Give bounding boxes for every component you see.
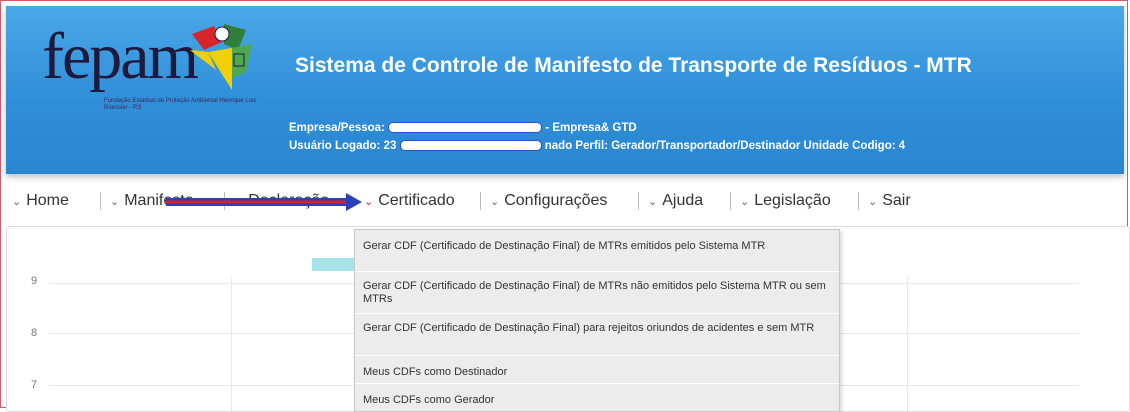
chevron-down-icon: ⌄ (364, 196, 374, 208)
menu-item-gerar-cdf-nao-emitidos[interactable]: Gerar CDF (Certificado de Destinação Fin… (355, 274, 839, 314)
chevron-down-icon: ⌄ (490, 196, 500, 208)
chevron-down-icon: ⌄ (648, 196, 658, 208)
nav-configuracoes[interactable]: ⌄ Configurações (490, 192, 607, 210)
company-label: Empresa/Pessoa: (289, 122, 385, 134)
chevron-down-icon: ⌄ (868, 196, 878, 208)
nav-divider (730, 192, 731, 210)
menu-item-meus-cdfs-gerador[interactable]: Meus CDFs como Gerador (355, 386, 839, 410)
logo-text: fepam (42, 20, 199, 93)
user-suffix: nado Perfil: Gerador/Transportador/Desti… (544, 140, 906, 152)
nav-divider (638, 192, 639, 210)
nav-sair[interactable]: ⌄ Sair (868, 192, 911, 210)
nav-label: Configurações (504, 192, 608, 209)
chevron-down-icon: ⌄ (740, 196, 750, 208)
company-suffix: - Empresa& GTD (545, 122, 637, 134)
company-info: Empresa/Pessoa: - Empresa& GTD (289, 122, 637, 134)
logo-subtitle: Fundação Estadual de Proteção Ambiental … (104, 98, 257, 111)
annotation-arrow (166, 193, 362, 211)
redacted-company (388, 122, 543, 134)
nav-divider (100, 192, 101, 210)
chevron-down-icon: ⌄ (110, 196, 120, 208)
nav-label: Home (26, 192, 69, 209)
chevron-down-icon: ⌄ (12, 196, 22, 208)
nav-label: Ajuda (662, 192, 704, 209)
fepam-logo[interactable]: fepam Fundação Estadual de Proteção Ambi… (42, 12, 258, 128)
menu-item-gerar-cdf-acidentes[interactable]: Gerar CDF (Certificado de Destinação Fin… (355, 316, 839, 356)
nav-certificado[interactable]: ⌄ Certificado (364, 192, 455, 210)
y-tick-label: 7 (31, 379, 38, 391)
redacted-user (399, 140, 542, 152)
nav-label: Legislação (754, 192, 831, 209)
nav-divider (858, 192, 859, 210)
user-info: Usuário Logado: 23 nado Perfil: Gerador/… (289, 140, 905, 152)
menu-item-meus-cdfs-destinador[interactable]: Meus CDFs como Destinador (355, 358, 839, 384)
nav-divider (480, 192, 481, 210)
fepam-logo-icon (190, 24, 252, 90)
app-header: fepam Fundação Estadual de Proteção Ambi… (6, 6, 1124, 174)
nav-legislacao[interactable]: ⌄ Legislação (740, 192, 831, 210)
gridline (231, 277, 232, 411)
certificado-dropdown: Gerar CDF (Certificado de Destinação Fin… (354, 229, 840, 412)
y-tick-label: 9 (31, 275, 38, 287)
user-label: Usuário Logado: 23 (289, 140, 397, 152)
nav-label: Certificado (378, 192, 455, 209)
gridline (907, 277, 908, 411)
menu-item-gerar-cdf-emitidos[interactable]: Gerar CDF (Certificado de Destinação Fin… (355, 238, 839, 272)
page-title: Sistema de Controle de Manifesto de Tran… (295, 54, 972, 77)
legend-swatch (312, 258, 354, 271)
nav-home[interactable]: ⌄ Home (12, 192, 69, 210)
nav-label: Sair (882, 192, 911, 209)
y-tick-label: 8 (31, 327, 38, 339)
nav-ajuda[interactable]: ⌄ Ajuda (648, 192, 703, 210)
